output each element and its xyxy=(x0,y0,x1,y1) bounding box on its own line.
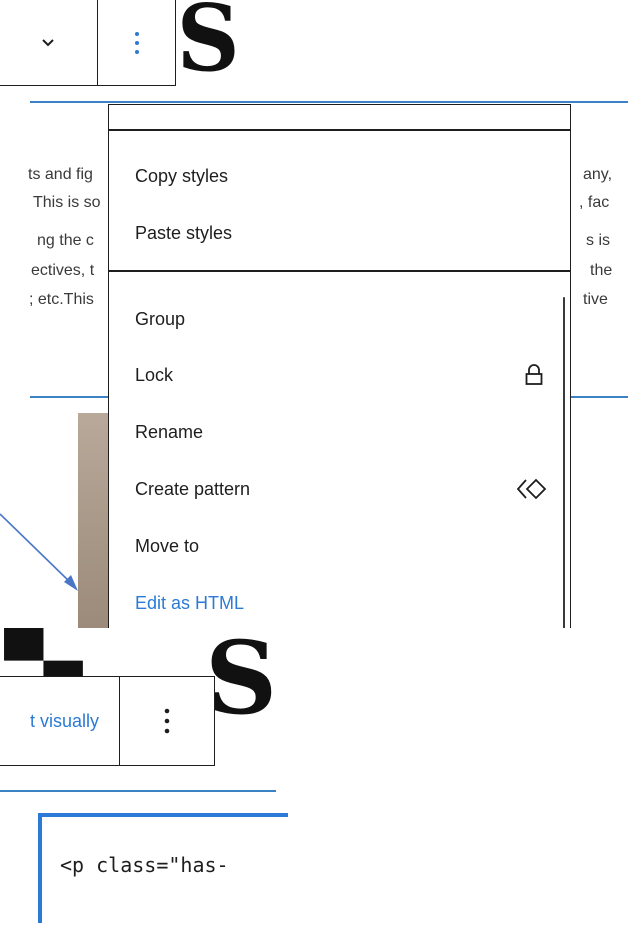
menu-item-label: Move to xyxy=(135,535,200,556)
group-menu-item[interactable]: Group xyxy=(135,302,554,336)
paste-styles-menu-item[interactable]: Paste styles xyxy=(135,216,554,250)
block-toolbar xyxy=(0,0,176,86)
menu-separator xyxy=(109,270,570,272)
edit-as-html-menu-item[interactable]: Edit as HTML xyxy=(135,586,554,620)
annotation-arrow-icon xyxy=(0,513,78,591)
block-toolbar: t visually xyxy=(0,676,215,766)
block-outline xyxy=(0,790,276,792)
block-outline-top xyxy=(30,101,628,103)
chevron-down-icon xyxy=(41,38,54,46)
paragraph-fragment: any, xyxy=(583,166,613,183)
menu-item-label: Create pattern xyxy=(135,478,251,499)
paragraph-fragment: tive xyxy=(583,291,608,308)
menu-item-label: Copy styles xyxy=(135,165,229,186)
paragraph-fragment: the xyxy=(590,262,613,279)
menu-item-label: Rename xyxy=(135,421,204,442)
lock-icon xyxy=(525,364,543,385)
lock-menu-item[interactable]: Lock xyxy=(135,358,554,392)
rename-menu-item[interactable]: Rename xyxy=(135,415,554,449)
paragraph-fragment: , fac xyxy=(579,194,610,211)
edit-visually-button[interactable]: t visually xyxy=(0,677,120,765)
paragraph-fragment: ectives, t xyxy=(31,262,95,279)
move-to-menu-item[interactable]: Move to xyxy=(135,529,554,563)
block-outline-bottom-right xyxy=(571,396,628,398)
edit-visually-label: t visually xyxy=(29,710,99,731)
paragraph-fragment: ng the c xyxy=(37,232,94,249)
paragraph-fragment: This is so xyxy=(33,194,101,211)
menu-scrollbar[interactable] xyxy=(563,297,565,628)
paragraph-fragment: ts and fig xyxy=(28,166,93,183)
more-vertical-icon xyxy=(164,708,170,734)
copy-styles-menu-item[interactable]: Copy styles xyxy=(135,159,554,193)
paragraph-fragment: ; etc.This xyxy=(29,291,94,308)
menu-item-label: Lock xyxy=(135,364,174,385)
menu-item-label: Group xyxy=(135,308,186,329)
code-line: <p class="has- xyxy=(60,853,229,877)
menu-item-label: Paste styles xyxy=(135,222,233,243)
block-options-menu: Copy styles Paste styles Group Lock Rena… xyxy=(108,104,571,628)
heading-fragment: S xyxy=(176,0,240,92)
more-vertical-icon xyxy=(134,31,139,54)
menu-separator xyxy=(109,129,570,131)
editor-top-panel: S ts and fig This is so ng the c ectives… xyxy=(0,0,628,628)
symbol-diamond-icon xyxy=(516,478,547,500)
html-code-editor[interactable]: <p class="has- xyxy=(38,813,288,923)
menu-item-label: Edit as HTML xyxy=(135,592,245,613)
paragraph-fragment: s is xyxy=(586,232,610,249)
options-button[interactable] xyxy=(98,0,175,85)
block-options-toggle[interactable] xyxy=(0,0,98,85)
editor-bottom-panel: ▚ S t visually <p class="has- xyxy=(0,628,628,927)
options-button[interactable] xyxy=(120,677,214,765)
create-pattern-menu-item[interactable]: Create pattern xyxy=(135,472,554,506)
